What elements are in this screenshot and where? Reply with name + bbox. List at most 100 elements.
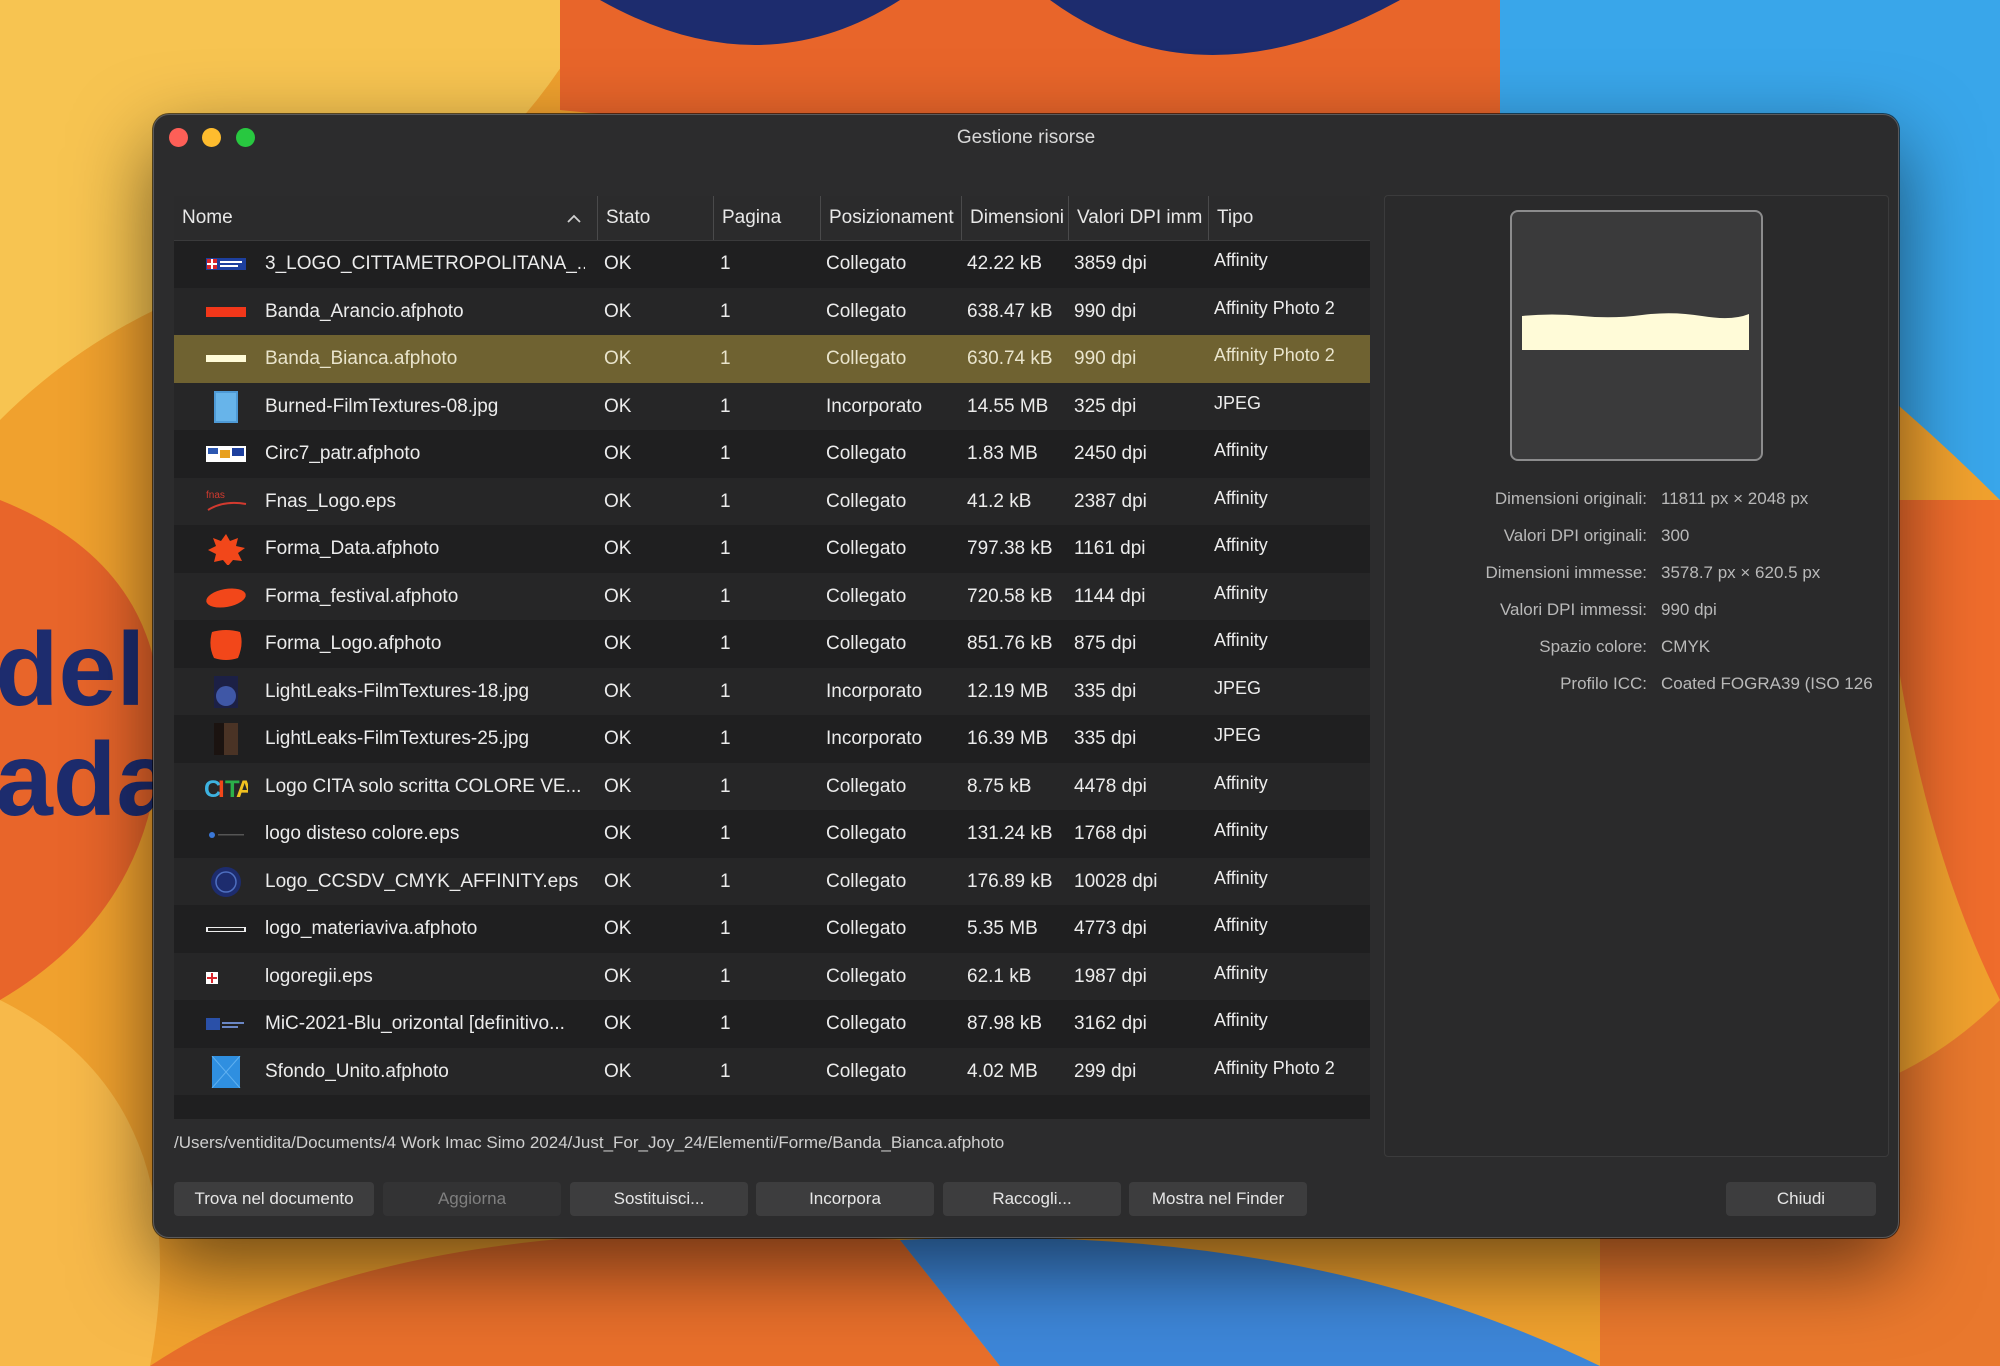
cell-type: Affinity [1214, 535, 1268, 555]
cell-status: OK [604, 538, 632, 559]
cell-placement: Collegato [826, 538, 907, 559]
cell-placement: Incorporato [826, 680, 923, 702]
cell-page: 1 [720, 443, 731, 464]
cell-status: OK [604, 728, 632, 749]
close-button[interactable]: Chiudi [1726, 1182, 1876, 1216]
cell-name: logoregii.eps [265, 965, 373, 987]
table-row[interactable]: fnas Fnas_Logo.eps OK 1 Collegato 41.2 kB 2387… [174, 477, 1370, 525]
cell-name: LightLeaks-FilmTextures-25.jpg [265, 728, 530, 749]
cell-dpi: 3859 dpi [1074, 253, 1147, 274]
table-row[interactable]: Banda_Arancio.afphoto OK 1 Collegato 638.47 … [174, 287, 1370, 335]
table-row[interactable]: CITA Logo CITA solo scritta COLORE VE... O… [174, 762, 1370, 810]
cell-size: 131.24 kB [967, 823, 1053, 844]
cell-dpi: 990 dpi [1074, 300, 1137, 322]
info-value: Coated FOGRA39 (ISO 126 [1661, 674, 1873, 693]
column-header-tipo[interactable]: Tipo [1208, 196, 1370, 240]
cell-placement: Collegato [826, 965, 907, 987]
table-row[interactable]: Circ7_patr.afphoto OK 1 Collegato 1.83 MB 245… [174, 430, 1370, 478]
file-path: /Users/ventidita/Documents/4 Work Imac S… [174, 1133, 1005, 1152]
table-row[interactable]: LightLeaks-FilmTextures-18.jpg OK 1 Incorpo… [174, 667, 1370, 715]
cell-size: 1.83 MB [967, 443, 1038, 464]
table-row[interactable]: 3_LOGO_CITTAMETROPOLITANA_... OK 1 Collegat… [174, 240, 1370, 288]
cell-status: OK [604, 775, 632, 797]
sort-ascending-icon[interactable] [567, 212, 581, 226]
cell-size: 14.55 MB [967, 395, 1049, 417]
cell-placement: Collegato [826, 823, 907, 844]
cell-dpi: 4773 dpi [1074, 918, 1147, 939]
cell-page: 1 [720, 1060, 731, 1082]
table-row[interactable]: Logo_CCSDV_CMYK_AFFINITY.eps OK 1 Collegato… [174, 857, 1370, 905]
collect-button[interactable]: Raccogli... [943, 1182, 1121, 1216]
cell-size: 87.98 kB [967, 1013, 1042, 1034]
cell-page: 1 [720, 253, 731, 274]
cell-size: 5.35 MB [967, 918, 1038, 939]
cell-placement: Collegato [826, 443, 907, 464]
column-header-dpi[interactable]: Valori DPI imm [1068, 196, 1208, 240]
show-in-finder-button[interactable]: Mostra nel Finder [1129, 1182, 1307, 1216]
cell-dpi: 325 dpi [1074, 395, 1137, 417]
cell-placement: Collegato [826, 870, 907, 892]
find-in-document-button[interactable]: Trova nel documento [174, 1182, 374, 1216]
column-header-pagina[interactable]: Pagina [713, 196, 820, 240]
cell-name: Banda_Bianca.afphoto [265, 348, 458, 369]
cell-size: 797.38 kB [967, 538, 1053, 559]
orange-blob-thumb [210, 630, 242, 660]
cell-type: Affinity Photo 2 [1214, 297, 1335, 318]
cell-type: Affinity [1214, 582, 1268, 603]
cell-size: 720.58 kB [967, 585, 1053, 607]
column-header-stato[interactable]: Stato [597, 196, 713, 240]
svg-text:A: A [236, 776, 248, 803]
info-label: Valori DPI originali: [1503, 526, 1647, 545]
cell-page: 1 [720, 585, 731, 607]
replace-button[interactable]: Sostituisci... [570, 1182, 748, 1216]
cell-status: OK [604, 395, 632, 417]
cita-logo-thumb: CITA [204, 776, 248, 803]
orange-star-thumb [208, 534, 245, 565]
cell-dpi: 335 dpi [1074, 680, 1137, 702]
cell-page: 1 [720, 728, 731, 749]
table-row[interactable]: Forma_festival.afphoto OK 1 Collegato 720.58… [174, 572, 1370, 620]
table-row[interactable]: Forma_Logo.afphoto OK 1 Collegato 851.76 kB 8… [174, 620, 1370, 668]
cell-type: Affinity [1214, 867, 1268, 888]
column-header-dimensioni[interactable]: Dimensioni [961, 196, 1068, 240]
cell-type: Affinity [1214, 820, 1268, 840]
cell-name: Burned-FilmTextures-08.jpg [265, 395, 499, 417]
table-row[interactable]: logoregii.eps OK 1 Collegato 62.1 kB 1987 dpi… [174, 952, 1370, 1000]
cell-page: 1 [720, 965, 731, 987]
cell-status: OK [604, 823, 632, 844]
info-value: 11811 px × 2048 px [1661, 489, 1809, 508]
info-value: CMYK [1661, 637, 1711, 656]
cell-size: 4.02 MB [967, 1060, 1038, 1082]
table-row[interactable]: Sfondo_Unito.afphoto OK 1 Collegato 4.02 MB 2… [174, 1047, 1370, 1095]
table-row[interactable]: Banda_Bianca.afphoto OK 1 Collegato 630.74 k… [174, 335, 1370, 383]
cell-dpi: 2387 dpi [1074, 490, 1147, 512]
table-row[interactable]: Burned-FilmTextures-08.jpg OK 1 Incorporato… [174, 382, 1370, 430]
table-row[interactable]: LightLeaks-FilmTextures-25.jpg OK 1 Incorpo… [174, 715, 1370, 763]
cell-page: 1 [720, 490, 731, 512]
column-header-posizionamento[interactable]: Posizionament [820, 196, 961, 240]
cell-dpi: 1768 dpi [1074, 823, 1147, 844]
titlebar: Gestione risorse [154, 115, 1898, 163]
cell-type: Affinity Photo 2 [1214, 345, 1335, 365]
cell-placement: Collegato [826, 775, 907, 797]
cell-name: Forma_Logo.afphoto [265, 633, 442, 654]
update-button[interactable]: Aggiorna [383, 1182, 561, 1216]
cell-status: OK [604, 1013, 632, 1034]
cell-size: 62.1 kB [967, 965, 1032, 987]
column-header-nome[interactable]: Nome [174, 196, 597, 240]
cell-size: 41.2 kB [967, 490, 1032, 512]
table-row[interactable]: logo disteso colore.eps OK 1 Collegato 131.2… [174, 810, 1370, 858]
table-row[interactable]: Forma_Data.afphoto OK 1 Collegato 797.38 kB 1… [174, 525, 1370, 573]
embed-button[interactable]: Incorpora [756, 1182, 934, 1216]
cell-page: 1 [720, 680, 731, 702]
table-row[interactable]: MiC-2021-Blu_orizontal [definitivo... OK 1… [174, 1000, 1370, 1048]
cell-placement: Collegato [826, 918, 907, 939]
cell-dpi: 4478 dpi [1074, 775, 1147, 797]
cell-page: 1 [720, 775, 731, 797]
table-row[interactable]: logo_materiaviva.afphoto OK 1 Collegato 5.35… [174, 905, 1370, 953]
cell-name: Logo_CCSDV_CMYK_AFFINITY.eps [265, 870, 579, 892]
cell-placement: Collegato [826, 633, 907, 654]
orange-ellipse-thumb [206, 587, 246, 608]
cell-size: 176.89 kB [967, 870, 1053, 892]
cell-name: Sfondo_Unito.afphoto [265, 1060, 449, 1082]
